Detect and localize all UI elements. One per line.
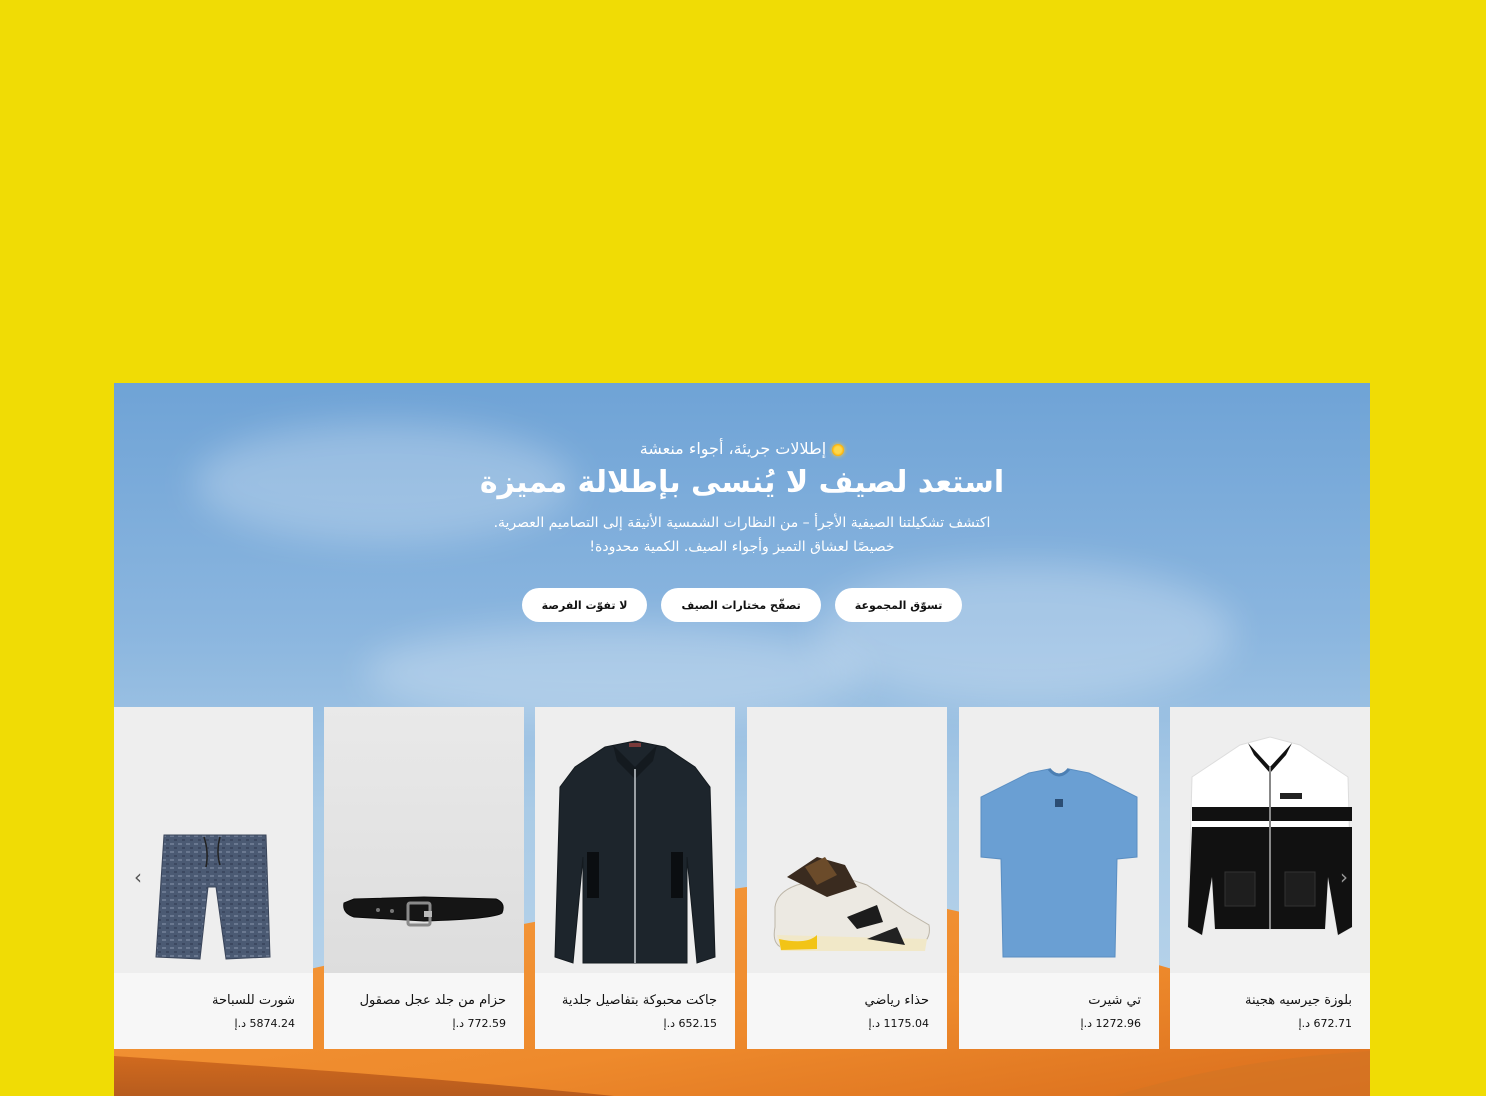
product-price: 5874.24 د.إ (234, 1017, 295, 1030)
product-card[interactable]: تي شيرت 1272.96 د.إ (959, 707, 1159, 1049)
product-image (959, 707, 1159, 973)
product-name: بلوزة جيرسيه هجينة (1245, 993, 1352, 1008)
product-price: 1272.96 د.إ (1080, 1017, 1141, 1030)
sun-icon (832, 443, 845, 456)
hero-desc-line-2: خصيصًا لعشاق التميز وأجواء الصيف. الكمية… (589, 539, 895, 555)
product-price: 672.71 د.إ (1298, 1017, 1352, 1030)
product-image (1170, 707, 1370, 973)
product-carousel: بلوزة جيرسيه هجينة 672.71 د.إ تي شيرت 12… (114, 707, 1370, 1049)
chevron-right-icon[interactable]: › (1334, 862, 1354, 892)
product-image (324, 707, 524, 973)
hero-eyebrow-text: إطلالات جريئة، أجواء منعشة (639, 439, 827, 458)
product-name: حذاء رياضي (864, 993, 929, 1008)
product-name: حزام من جلد عجل مصقول (359, 993, 506, 1008)
hero-eyebrow: إطلالات جريئة، أجواء منعشة (114, 439, 1370, 458)
product-image (535, 707, 735, 973)
cta-buttons: تسوّق المجموعة تصفّح مختارات الصيف لا تف… (114, 588, 1370, 622)
product-card[interactable]: جاكت محبوكة بتفاصيل جلدية 652.15 د.إ (535, 707, 735, 1049)
product-price: 652.15 د.إ (663, 1017, 717, 1030)
hero-section: إطلالات جريئة، أجواء منعشة استعد لصيف لا… (114, 383, 1370, 683)
product-name: تي شيرت (1088, 993, 1141, 1008)
product-info: جاكت محبوكة بتفاصيل جلدية 652.15 د.إ (535, 973, 735, 1049)
product-info: شورت للسباحة 5874.24 د.إ (114, 973, 313, 1049)
shop-collection-button[interactable]: تسوّق المجموعة (834, 588, 963, 622)
product-info: حزام من جلد عجل مصقول 772.59 د.إ (324, 973, 524, 1049)
product-image (114, 707, 313, 973)
product-info: حذاء رياضي 1175.04 د.إ (747, 973, 947, 1049)
chevron-left-icon[interactable]: ‹ (128, 862, 148, 892)
product-name: جاكت محبوكة بتفاصيل جلدية (561, 993, 717, 1008)
product-info: تي شيرت 1272.96 د.إ (959, 973, 1159, 1049)
browse-summer-picks-button[interactable]: تصفّح مختارات الصيف (661, 588, 821, 622)
hero-description: اكتشف تشكيلتنا الصيفية الأجرأ – من النظا… (114, 511, 1370, 559)
product-info: بلوزة جيرسيه هجينة 672.71 د.إ (1170, 973, 1370, 1049)
product-price: 1175.04 د.إ (868, 1017, 929, 1030)
product-card[interactable]: حزام من جلد عجل مصقول 772.59 د.إ (324, 707, 524, 1049)
product-price: 772.59 د.إ (452, 1017, 506, 1030)
hero-title: استعد لصيف لا يُنسى بإطلالة مميزة (479, 465, 1005, 500)
hero-desc-line-1: اكتشف تشكيلتنا الصيفية الأجرأ – من النظا… (493, 515, 991, 531)
dont-miss-button[interactable]: لا تفوّت الفرصة (521, 588, 648, 622)
product-name: شورت للسباحة (211, 993, 295, 1008)
product-image (747, 707, 947, 973)
product-card[interactable]: حذاء رياضي 1175.04 د.إ (747, 707, 947, 1049)
summer-banner: إطلالات جريئة، أجواء منعشة استعد لصيف لا… (114, 383, 1370, 1096)
